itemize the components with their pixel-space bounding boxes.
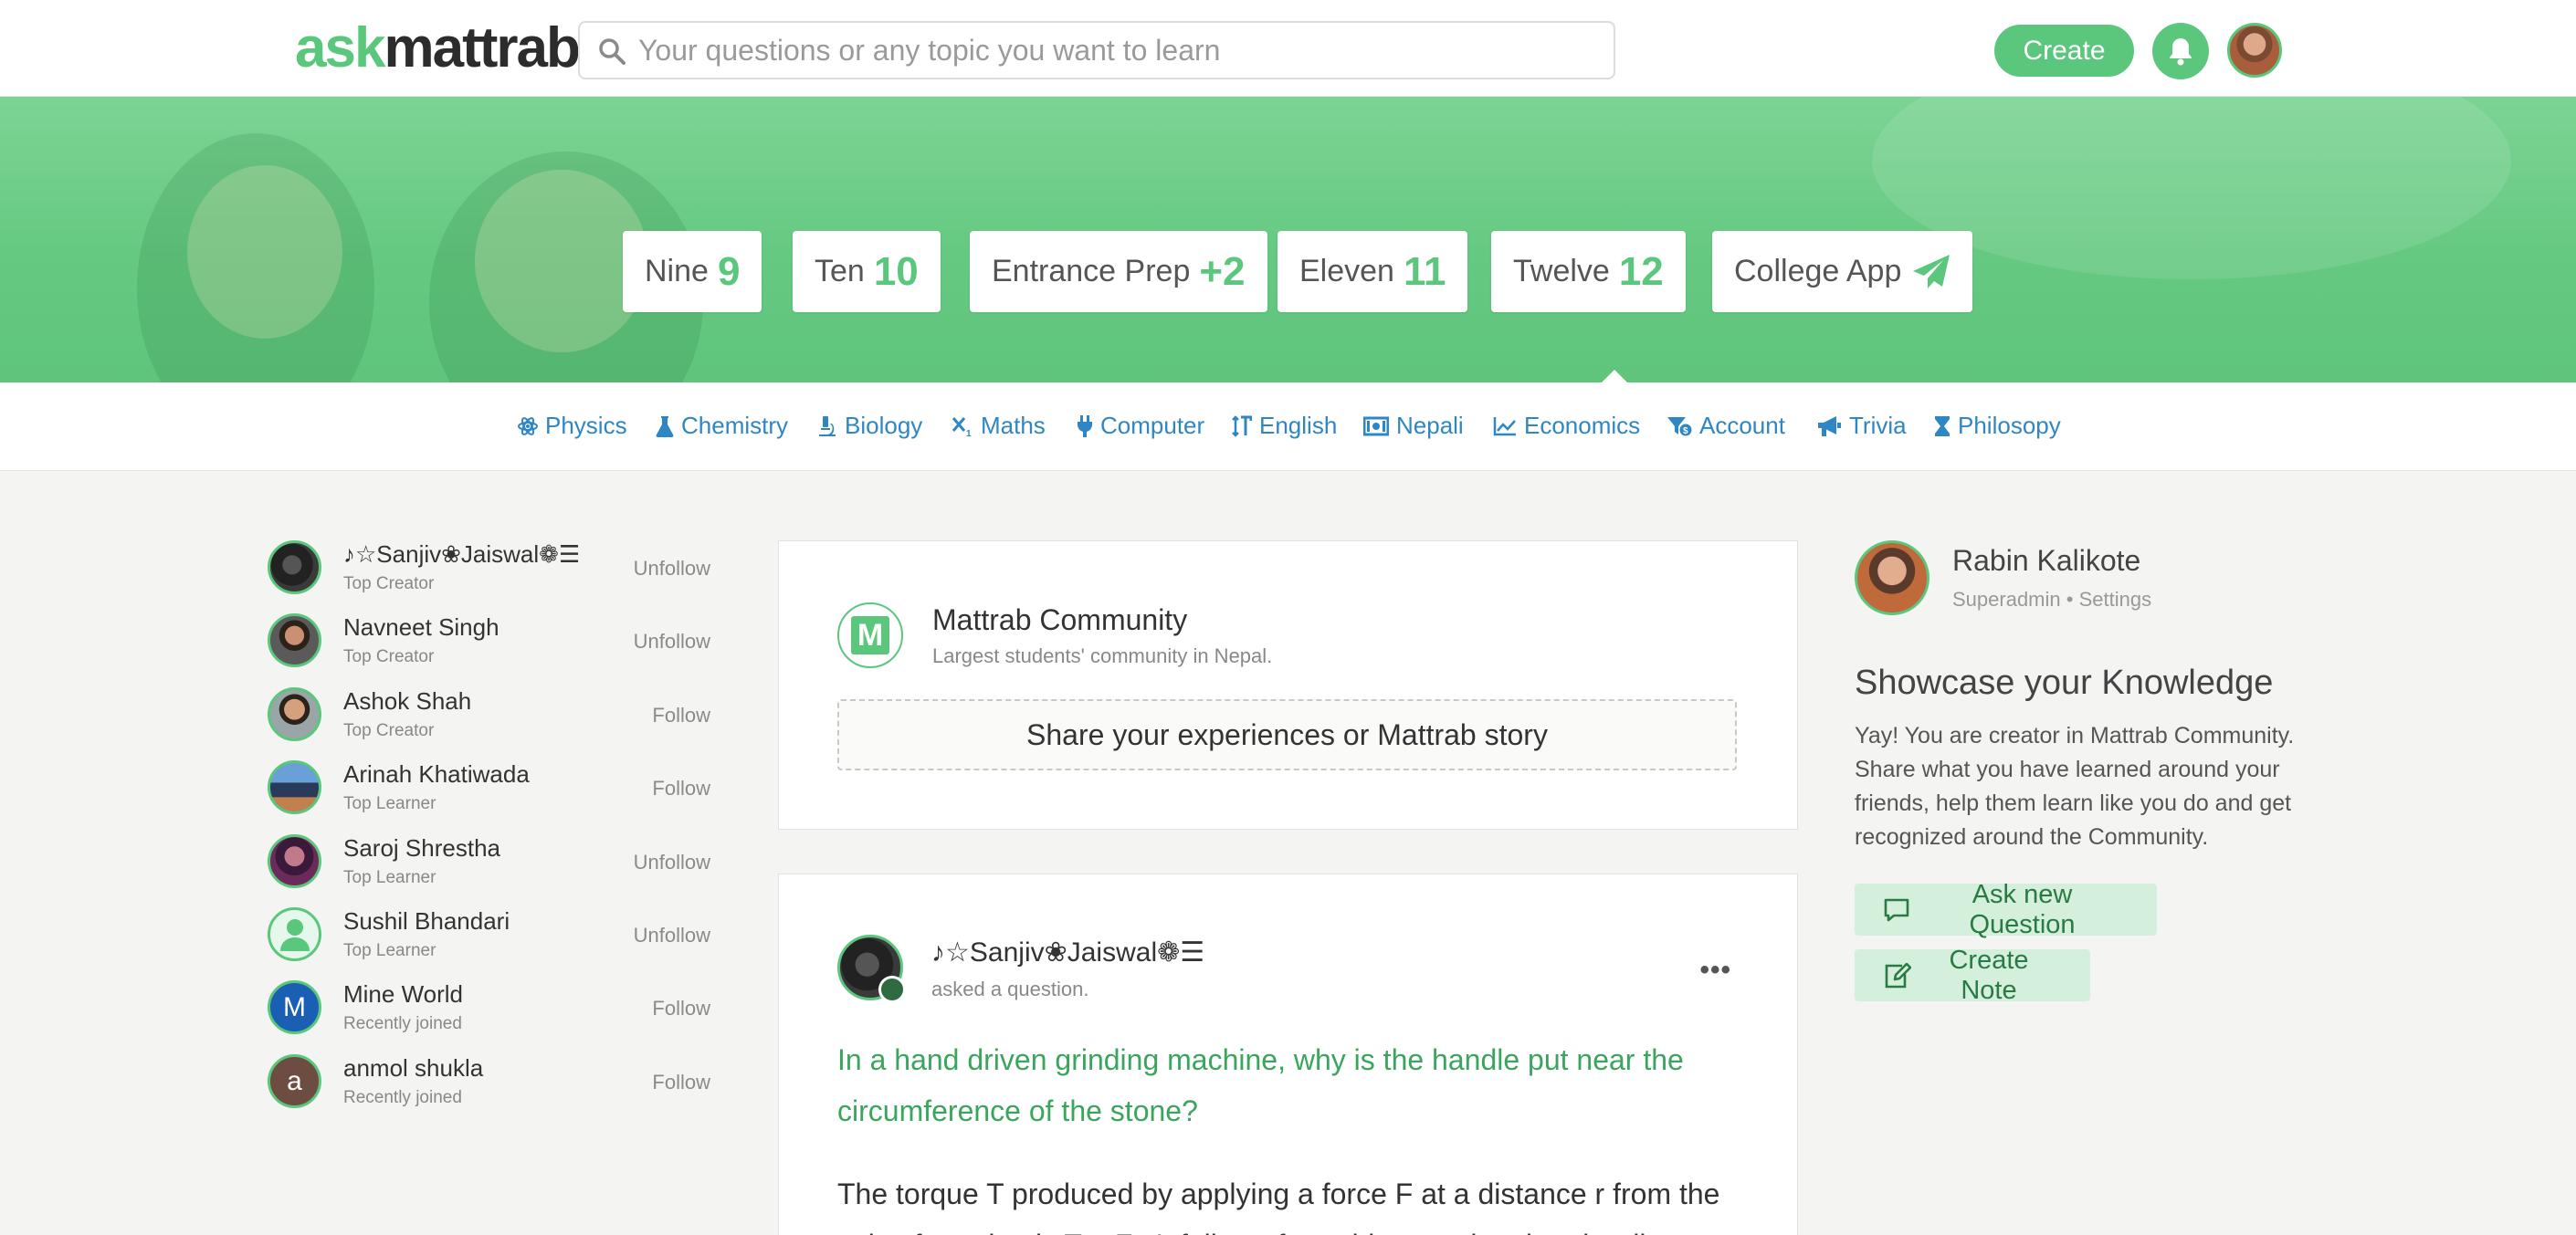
hero-banner: Nine 9 Ten 10 Entrance Prep +2 Eleven 11 Twe… xyxy=(0,97,2576,382)
grade-twelve[interactable]: Twelve 12 xyxy=(1491,231,1686,312)
showcase-title: Showcase your Knowledge xyxy=(1855,664,2274,702)
unfollow-button[interactable]: Unfollow xyxy=(634,630,710,654)
follow-button[interactable]: Follow xyxy=(652,777,710,801)
profile-avatar[interactable] xyxy=(1855,540,1929,615)
post-author[interactable]: ♪☆Sanjiv❀Jaiswal❁☰ xyxy=(931,937,1204,968)
subject-chemistry[interactable]: Chemistry xyxy=(656,412,788,440)
plug-icon xyxy=(1078,414,1092,437)
more-options-icon[interactable]: ••• xyxy=(1699,955,1731,986)
atom-icon xyxy=(518,416,538,435)
hourglass-icon xyxy=(1935,415,1950,436)
list-item: ♪☆Sanjiv❀Jaiswal❁☰ Top Creator Unfollow xyxy=(268,540,715,613)
list-item: Sushil Bhandari Top Learner Unfollow xyxy=(268,907,715,980)
list-item: M Mine World Recently joined Follow xyxy=(268,980,715,1053)
subject-economics[interactable]: Economics xyxy=(1493,412,1640,440)
community-card: M Mattrab Community Largest students' co… xyxy=(778,540,1798,830)
subject-nepali[interactable]: Nepali xyxy=(1363,412,1464,440)
grade-college-app[interactable]: College App xyxy=(1712,231,1973,312)
create-note-button[interactable]: Create Note xyxy=(1855,946,2090,1005)
bell-icon xyxy=(2170,38,2192,66)
post-answer-preview: The torque T produced by applying a forc… xyxy=(837,1177,1720,1235)
logo[interactable]: askmattrab xyxy=(295,16,581,80)
comment-icon xyxy=(1884,898,1909,921)
avatar[interactable] xyxy=(268,760,321,814)
microscope-icon xyxy=(819,415,836,436)
search-icon xyxy=(599,38,626,65)
paper-plane-icon xyxy=(1913,254,1950,288)
unfollow-button[interactable]: Unfollow xyxy=(634,924,710,947)
money-bill-icon xyxy=(1363,416,1389,435)
top-navbar: askmattrab Create xyxy=(0,0,2576,97)
profile-name[interactable]: Rabin Kalikote xyxy=(1952,544,2140,578)
settings-link[interactable]: Settings xyxy=(2079,588,2152,611)
subject-physics[interactable]: Physics xyxy=(518,412,627,440)
notifications-button[interactable] xyxy=(2152,23,2209,79)
grade-nine[interactable]: Nine 9 xyxy=(623,231,762,312)
ask-question-button[interactable]: Ask new Question xyxy=(1855,880,2157,939)
avatar[interactable] xyxy=(268,834,321,888)
avatar[interactable] xyxy=(837,935,906,1003)
grade-ten[interactable]: Ten 10 xyxy=(793,231,941,312)
unfollow-button[interactable]: Unfollow xyxy=(634,851,710,874)
funnel-dollar-icon: $ xyxy=(1667,416,1692,436)
subject-philosopy[interactable]: Philosopy xyxy=(1934,412,2061,440)
grade-eleven[interactable]: Eleven 11 xyxy=(1277,231,1468,312)
bullhorn-icon xyxy=(1818,415,1841,436)
subject-maths[interactable]: 1 Maths xyxy=(952,412,1046,440)
chart-line-icon xyxy=(1493,416,1516,435)
mattrab-logo: M xyxy=(837,602,903,668)
list-item: Arinah Khatiwada Top Learner Follow xyxy=(268,760,715,833)
list-item: Navneet Singh Top Creator Unfollow xyxy=(268,613,715,686)
question-post-card: ♪☆Sanjiv❀Jaiswal❁☰ asked a question. •••… xyxy=(778,874,1798,1235)
showcase-body: Yay! You are creator in Mattrab Communit… xyxy=(1855,723,2295,850)
unfollow-button[interactable]: Unfollow xyxy=(634,557,710,581)
subject-computer[interactable]: Computer xyxy=(1077,412,1204,440)
post-question[interactable]: In a hand driven grinding machine, why i… xyxy=(837,1034,1737,1136)
badge-icon xyxy=(878,976,906,1003)
user-placeholder-icon xyxy=(279,918,310,951)
avatar[interactable] xyxy=(268,687,321,741)
profile-meta: Superadmin • Settings xyxy=(1952,588,2152,611)
follow-button[interactable]: Follow xyxy=(652,704,710,727)
post-action: asked a question. xyxy=(931,978,1089,1000)
avatar[interactable] xyxy=(268,613,321,667)
grade-entrance-prep[interactable]: Entrance Prep +2 xyxy=(970,231,1267,312)
text-height-icon xyxy=(1232,414,1252,437)
subject-biology[interactable]: Biology xyxy=(817,412,922,440)
subjects-nav: Physics Chemistry Biology 1 Maths Comput… xyxy=(0,382,2576,471)
list-item: a anmol shukla Recently joined Follow xyxy=(268,1054,715,1127)
search-input[interactable] xyxy=(638,30,1597,70)
share-story-box[interactable]: Share your experiences or Mattrab story xyxy=(837,699,1737,770)
edit-icon xyxy=(1885,962,1911,988)
list-item: Saroj Shrestha Top Learner Unfollow xyxy=(268,834,715,907)
user-avatar[interactable] xyxy=(2227,23,2282,78)
avatar[interactable]: M xyxy=(268,980,321,1034)
svg-text:$: $ xyxy=(1683,426,1688,436)
flask-icon xyxy=(656,415,674,437)
list-item: Ashok Shah Top Creator Follow xyxy=(268,687,715,760)
community-subtitle: Largest students' community in Nepal. xyxy=(932,644,1273,667)
avatar[interactable]: a xyxy=(268,1054,321,1108)
subscript-icon: 1 xyxy=(952,416,972,437)
avatar[interactable] xyxy=(268,540,321,594)
follow-button[interactable]: Follow xyxy=(652,997,710,1020)
subject-account[interactable]: $ Account xyxy=(1667,412,1785,440)
search-bar xyxy=(578,21,1615,79)
svg-text:1: 1 xyxy=(966,429,972,437)
subject-trivia[interactable]: Trivia xyxy=(1816,412,1907,440)
community-title[interactable]: Mattrab Community xyxy=(932,603,1187,637)
follow-button[interactable]: Follow xyxy=(652,1071,710,1094)
hero-photo-face-left xyxy=(187,165,342,339)
avatar[interactable] xyxy=(268,907,321,961)
create-button[interactable]: Create xyxy=(1994,25,2134,77)
subject-english[interactable]: English xyxy=(1232,412,1337,440)
